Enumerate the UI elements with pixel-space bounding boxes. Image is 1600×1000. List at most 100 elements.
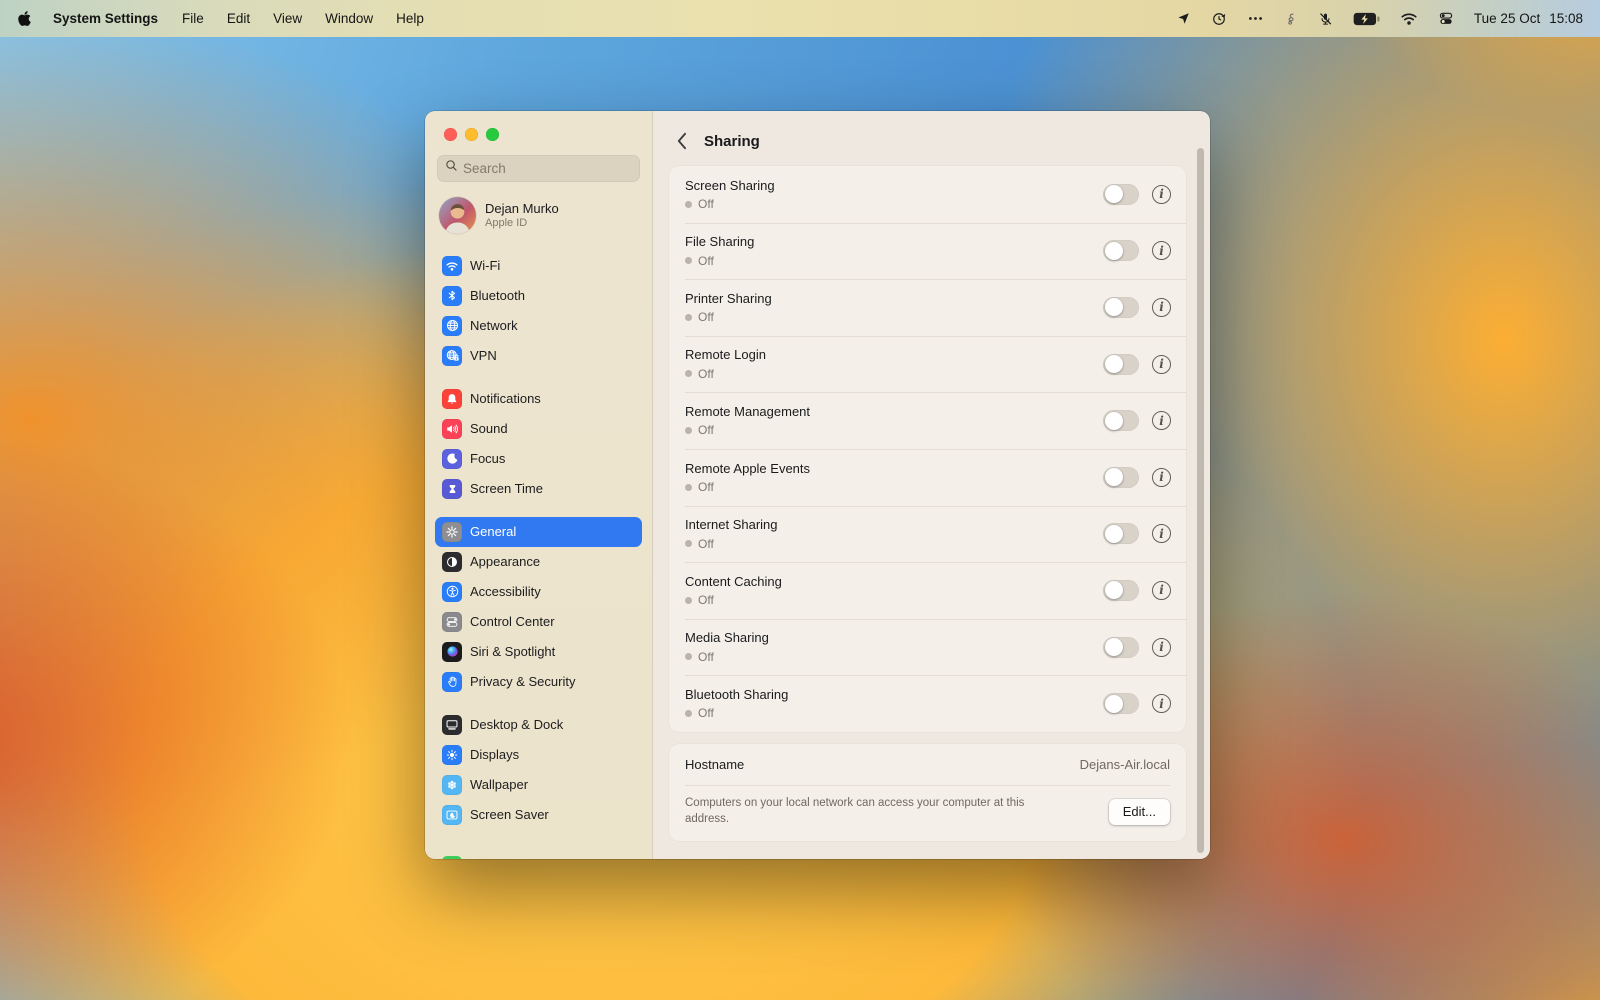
menu-window[interactable]: Window xyxy=(325,11,373,26)
info-icon[interactable]: i xyxy=(1152,468,1171,487)
sidebar-item-desktop-dock[interactable]: Desktop & Dock xyxy=(435,710,642,740)
sidebar-item-control-center[interactable]: Control Center xyxy=(435,607,642,637)
status-dot xyxy=(685,597,692,604)
info-icon[interactable]: i xyxy=(1152,298,1171,317)
notifications-bell-icon xyxy=(442,389,462,409)
toggle-switch-off[interactable] xyxy=(1103,467,1139,488)
status-dot xyxy=(685,540,692,547)
sharing-row: Printer Sharing Off i xyxy=(669,279,1186,336)
zoom-button[interactable] xyxy=(486,128,499,141)
sidebar-item-wallpaper[interactable]: Wallpaper xyxy=(435,770,642,800)
status-text: Off xyxy=(698,480,714,494)
sidebar-item-notifications[interactable]: Notifications xyxy=(435,384,642,414)
menu-file[interactable]: File xyxy=(182,11,204,26)
toggle-switch-off[interactable] xyxy=(1103,580,1139,601)
sidebar-item-sound[interactable]: Sound xyxy=(435,414,642,444)
sidebar-item-general[interactable]: General xyxy=(435,517,642,547)
sidebar-item-vpn[interactable]: VPN xyxy=(435,341,642,371)
minimize-button[interactable] xyxy=(465,128,478,141)
window-controls xyxy=(425,111,652,141)
battery-charging-icon[interactable] xyxy=(1353,12,1380,26)
menu-edit[interactable]: Edit xyxy=(227,11,250,26)
sidebar-item-focus[interactable]: Focus xyxy=(435,444,642,474)
profile-subtitle: Apple ID xyxy=(485,217,559,229)
sidebar-group-divider xyxy=(435,504,642,517)
sidebar-item-bluetooth[interactable]: Bluetooth xyxy=(435,281,642,311)
vpn-globe-lock-icon xyxy=(442,346,462,366)
sidebar-item-screen-saver[interactable]: Screen Saver xyxy=(435,800,642,830)
toggle-switch-off[interactable] xyxy=(1103,410,1139,431)
sidebar-item-label: Siri & Spotlight xyxy=(470,644,555,659)
info-icon[interactable]: i xyxy=(1152,411,1171,430)
sharing-service-label: Bluetooth Sharing xyxy=(685,687,1103,702)
info-icon[interactable]: i xyxy=(1152,355,1171,374)
status-text: Off xyxy=(698,537,714,551)
sharing-service-label: Media Sharing xyxy=(685,630,1103,645)
sidebar-item-label: Bluetooth xyxy=(470,288,525,303)
sharing-service-label: File Sharing xyxy=(685,234,1103,249)
info-icon[interactable]: i xyxy=(1152,524,1171,543)
sidebar-item-label: Privacy & Security xyxy=(470,674,575,689)
scrollbar-thumb[interactable] xyxy=(1197,148,1204,853)
wifi-icon[interactable] xyxy=(1400,12,1418,26)
sidebar-item-label: Wallpaper xyxy=(470,777,528,792)
info-icon[interactable]: i xyxy=(1152,694,1171,713)
info-icon[interactable]: i xyxy=(1152,581,1171,600)
status-text: Off xyxy=(698,650,714,664)
sidebar-item-accessibility[interactable]: Accessibility xyxy=(435,577,642,607)
toggle-switch-off[interactable] xyxy=(1103,354,1139,375)
sharing-service-label: Screen Sharing xyxy=(685,178,1103,193)
menu-bar: System Settings File Edit View Window He… xyxy=(0,0,1600,37)
toggle-switch-off[interactable] xyxy=(1103,637,1139,658)
search-input[interactable] xyxy=(463,161,632,176)
sidebar-nav: Wi-Fi Bluetooth Network VPN Notification… xyxy=(425,238,652,830)
toggle-switch-off[interactable] xyxy=(1103,693,1139,714)
apple-id-profile[interactable]: Dejan Murko Apple ID xyxy=(439,197,640,234)
screen-saver-icon xyxy=(442,805,462,825)
sharing-row: Internet Sharing Off i xyxy=(669,506,1186,563)
pane-header: Sharing xyxy=(653,111,1210,165)
close-button[interactable] xyxy=(444,128,457,141)
location-icon[interactable] xyxy=(1176,11,1191,26)
sidebar-item-label: VPN xyxy=(470,348,497,363)
sidebar-group-divider xyxy=(435,371,642,384)
ellipsis-icon[interactable] xyxy=(1247,10,1264,27)
focus-moon-icon xyxy=(442,449,462,469)
status-text: Off xyxy=(698,593,714,607)
toggle-switch-off[interactable] xyxy=(1103,240,1139,261)
info-icon[interactable]: i xyxy=(1152,241,1171,260)
displays-sun-icon xyxy=(442,745,462,765)
sidebar-item-privacy-security[interactable]: Privacy & Security xyxy=(435,667,642,697)
search-field[interactable] xyxy=(437,155,640,182)
sidebar-item-screen-time[interactable]: Screen Time xyxy=(435,474,642,504)
menubar-clock[interactable]: Tue 25 Oct 15:08 xyxy=(1474,11,1583,26)
sound-speaker-icon xyxy=(442,419,462,439)
info-icon[interactable]: i xyxy=(1152,638,1171,657)
mic-muted-icon[interactable] xyxy=(1318,11,1333,27)
sharing-service-label: Internet Sharing xyxy=(685,517,1103,532)
back-button[interactable] xyxy=(676,132,687,150)
sidebar-item-wifi[interactable]: Wi-Fi xyxy=(435,251,642,281)
sharing-service-label: Remote Management xyxy=(685,404,1103,419)
sidebar-item-siri-spotlight[interactable]: Siri & Spotlight xyxy=(435,637,642,667)
apple-menu-icon[interactable] xyxy=(17,10,32,27)
battery-icon-clipped xyxy=(442,856,462,859)
toggle-switch-off[interactable] xyxy=(1103,297,1139,318)
menu-help[interactable]: Help xyxy=(396,11,424,26)
sidebar-item-appearance[interactable]: Appearance xyxy=(435,547,642,577)
control-center-icon[interactable] xyxy=(1438,11,1454,26)
sharing-row: Remote Login Off i xyxy=(669,336,1186,393)
info-icon[interactable]: i xyxy=(1152,185,1171,204)
toggle-switch-off[interactable] xyxy=(1103,523,1139,544)
time-machine-icon[interactable] xyxy=(1211,11,1227,27)
sharing-list: Screen Sharing Off i File Sharing Off i … xyxy=(669,166,1186,732)
app-squiggle-icon[interactable] xyxy=(1284,11,1298,27)
edit-hostname-button[interactable]: Edit... xyxy=(1109,799,1170,825)
sidebar-item-displays[interactable]: Displays xyxy=(435,740,642,770)
toggle-switch-off[interactable] xyxy=(1103,184,1139,205)
menubar-app-name[interactable]: System Settings xyxy=(53,11,158,26)
status-text: Off xyxy=(698,423,714,437)
status-text: Off xyxy=(698,367,714,381)
menu-view[interactable]: View xyxy=(273,11,302,26)
sidebar-item-network[interactable]: Network xyxy=(435,311,642,341)
